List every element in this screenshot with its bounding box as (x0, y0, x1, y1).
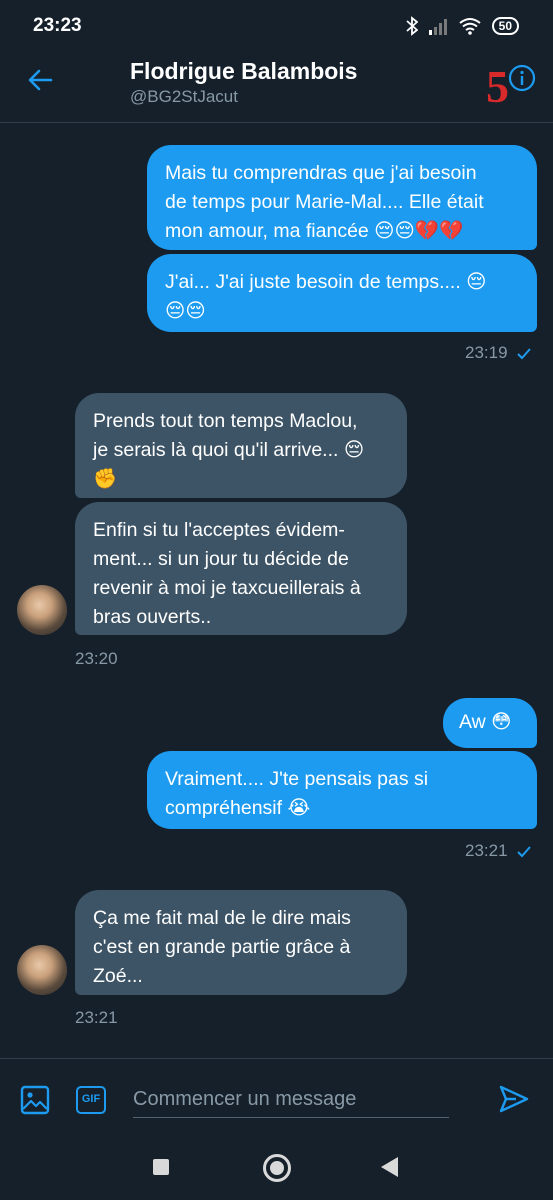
message-input[interactable] (133, 1081, 449, 1118)
contact-name[interactable]: Flodrigue Balambois (130, 58, 357, 85)
battery-indicator: 50 (491, 17, 519, 35)
timestamp-text: 23:19 (465, 343, 508, 362)
read-check-icon (516, 347, 531, 359)
read-check-icon (516, 845, 531, 857)
gif-icon[interactable]: GIF (76, 1086, 106, 1114)
contact-handle: @BG2StJacut (130, 87, 238, 106)
info-area: 5 (484, 60, 540, 116)
status-time: 23:23 (33, 15, 82, 36)
send-icon[interactable] (498, 1083, 530, 1115)
status-bar: 23:23 50 (0, 0, 553, 52)
message-timestamp: 23:20 (75, 649, 118, 668)
message-bubble-sent[interactable]: Vraiment.... J'te pensais pas si compréh… (147, 751, 537, 829)
system-navigation-bar (0, 1138, 553, 1200)
message-composer: GIF (0, 1058, 553, 1139)
timestamp-text: 23:21 (465, 841, 508, 860)
recents-button[interactable] (153, 1159, 169, 1175)
contact-avatar[interactable] (17, 945, 67, 995)
status-icons: 50 (406, 14, 519, 38)
contact-avatar[interactable] (17, 585, 67, 635)
conversation-header: Flodrigue Balambois @BG2StJacut 5 (0, 52, 553, 123)
back-button[interactable] (381, 1157, 398, 1177)
info-icon[interactable] (508, 64, 536, 92)
message-bubble-sent[interactable]: Aw 😳 (443, 698, 537, 748)
arrow-left-icon[interactable] (26, 66, 54, 94)
message-timestamp: 23:21 (75, 1008, 118, 1027)
home-button[interactable] (263, 1154, 291, 1182)
signal-icon (428, 19, 447, 35)
image-icon[interactable] (20, 1085, 50, 1115)
message-bubble-received[interactable]: Prends tout ton temps Maclou, je serais … (75, 393, 407, 498)
message-timestamp: 23:19 (465, 343, 532, 363)
bluetooth-icon (406, 16, 418, 36)
message-bubble-received[interactable]: Ça me fait mal de le dire mais c'est en … (75, 890, 407, 995)
message-bubble-sent[interactable]: Mais tu comprendras que j'ai besoin de t… (147, 145, 537, 250)
wifi-icon (459, 18, 481, 35)
message-bubble-sent[interactable]: J'ai... J'ai juste besoin de temps.... 😔… (147, 254, 537, 332)
message-bubble-received[interactable]: Enfin si tu l'acceptes évidem- ment... s… (75, 502, 407, 635)
message-timestamp: 23:21 (465, 841, 532, 861)
red-counter-overlay: 5 (486, 61, 509, 112)
